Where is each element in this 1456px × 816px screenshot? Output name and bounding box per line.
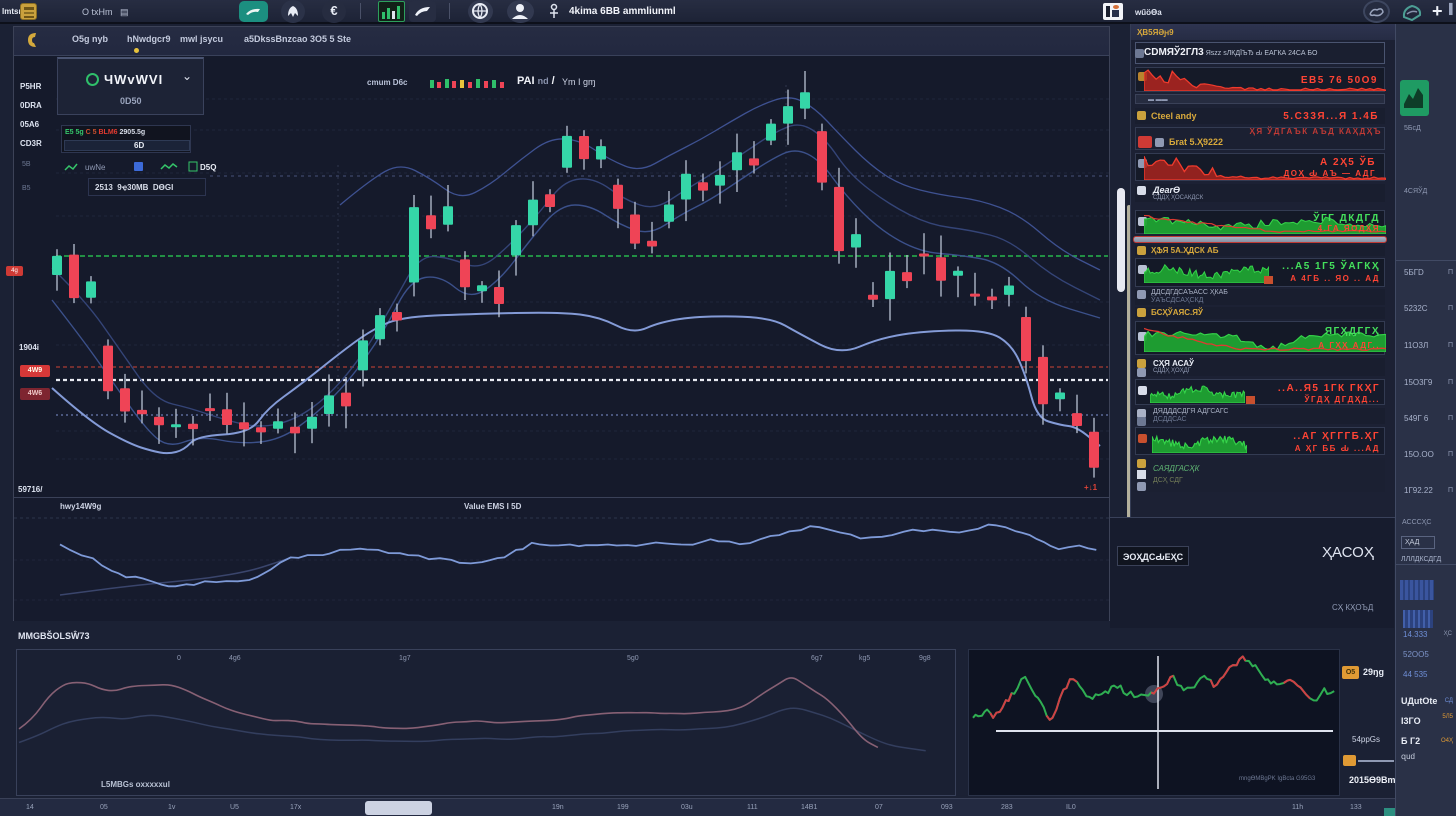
svg-text:uwNe: uwNe <box>85 163 106 172</box>
